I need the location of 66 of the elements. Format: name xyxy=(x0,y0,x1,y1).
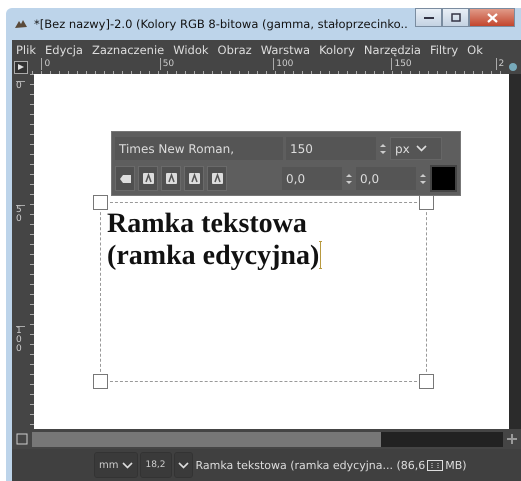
menu-item[interactable]: Ok xyxy=(467,43,483,57)
chevron-down-icon xyxy=(178,462,190,468)
size-field[interactable]: 150 xyxy=(286,137,376,160)
play-icon xyxy=(17,63,25,71)
status-message: Ramka tekstowa (ramka edycyjna... (86,6 xyxy=(195,458,426,472)
close-button[interactable] xyxy=(469,8,515,27)
ruler-label: 2 xyxy=(496,58,504,70)
unit-dropdown[interactable]: px xyxy=(390,137,442,160)
chevron-down-icon xyxy=(122,462,134,468)
kerning-field[interactable]: 0,0 xyxy=(356,167,416,190)
ruler-label: 0 xyxy=(16,81,25,92)
maximize-button[interactable] xyxy=(442,8,469,27)
menu-item[interactable]: Narzędzia xyxy=(364,43,421,57)
maximize-icon xyxy=(450,13,460,22)
image-canvas[interactable]: Times New Roman, 150 px 0,0 0,0 Ramka tekstowa (ramka edycyjna) xyxy=(34,74,509,429)
letter-icon xyxy=(212,173,222,184)
letter-icon xyxy=(142,173,154,184)
baseline-field[interactable]: 0,0 xyxy=(282,167,342,190)
status-message: MB) xyxy=(445,458,467,472)
minimize-button[interactable] xyxy=(415,8,442,27)
ruler-label: 150 xyxy=(391,58,412,70)
unit-dropdown[interactable]: mm xyxy=(94,452,138,478)
text-cursor xyxy=(319,241,322,269)
zoom-field[interactable]: 18,2 xyxy=(140,452,172,478)
zoom-icon[interactable] xyxy=(16,433,28,445)
resize-handle[interactable] xyxy=(93,374,108,389)
menu-item[interactable]: Obraz xyxy=(218,43,252,57)
zoom-dropdown-button[interactable] xyxy=(174,452,194,478)
spin-icon[interactable] xyxy=(345,172,353,186)
menu-item[interactable]: Widok xyxy=(173,43,209,57)
minimize-icon xyxy=(424,16,434,20)
menu-item[interactable]: Kolory xyxy=(319,43,355,57)
menu-item[interactable]: Zaznaczenie xyxy=(92,43,164,57)
ruler-label: 50 xyxy=(160,58,174,70)
menu-item[interactable]: Filtry xyxy=(430,43,458,57)
style-button[interactable] xyxy=(207,166,227,191)
canvas-text: Ramka tekstowa xyxy=(107,208,307,240)
resize-handle[interactable] xyxy=(419,195,434,210)
style-button[interactable] xyxy=(138,166,158,191)
ruler-label: 50 xyxy=(16,205,25,224)
ruler-label: 100 xyxy=(273,58,294,70)
window-title: *[Bez nazwy]-2.0 (Kolory RGB 8-bitowa (gamma, stałoprzecinko... xyxy=(34,17,409,31)
style-button[interactable] xyxy=(161,166,181,191)
menu-item[interactable]: Plik xyxy=(16,43,36,57)
quick-mask-button[interactable] xyxy=(14,60,28,74)
menu-item[interactable]: Edycja xyxy=(45,43,83,57)
spin-icon[interactable] xyxy=(379,142,387,156)
letter-icon xyxy=(188,173,200,184)
ruler-label: 0 xyxy=(41,58,50,70)
style-button[interactable] xyxy=(184,166,204,191)
menu-item[interactable]: Warstwa xyxy=(260,43,310,57)
spin-icon[interactable] xyxy=(419,172,427,186)
canvas-text: (ramka edycyjna) xyxy=(107,240,320,272)
ruler-label: 100 xyxy=(16,326,25,354)
horizontal-scrollbar[interactable] xyxy=(32,432,503,446)
close-icon xyxy=(486,12,498,22)
eraser-icon xyxy=(120,174,130,182)
memory-icon xyxy=(427,460,444,470)
letter-icon xyxy=(166,173,176,184)
clear-style-button[interactable] xyxy=(115,166,135,191)
vertical-scrollbar[interactable] xyxy=(509,74,521,429)
color-swatch[interactable] xyxy=(430,165,457,192)
resize-handle[interactable] xyxy=(93,195,108,210)
font-field[interactable]: Times New Roman, xyxy=(115,137,283,160)
chevron-down-icon xyxy=(416,145,427,152)
resize-handle[interactable] xyxy=(419,374,434,389)
